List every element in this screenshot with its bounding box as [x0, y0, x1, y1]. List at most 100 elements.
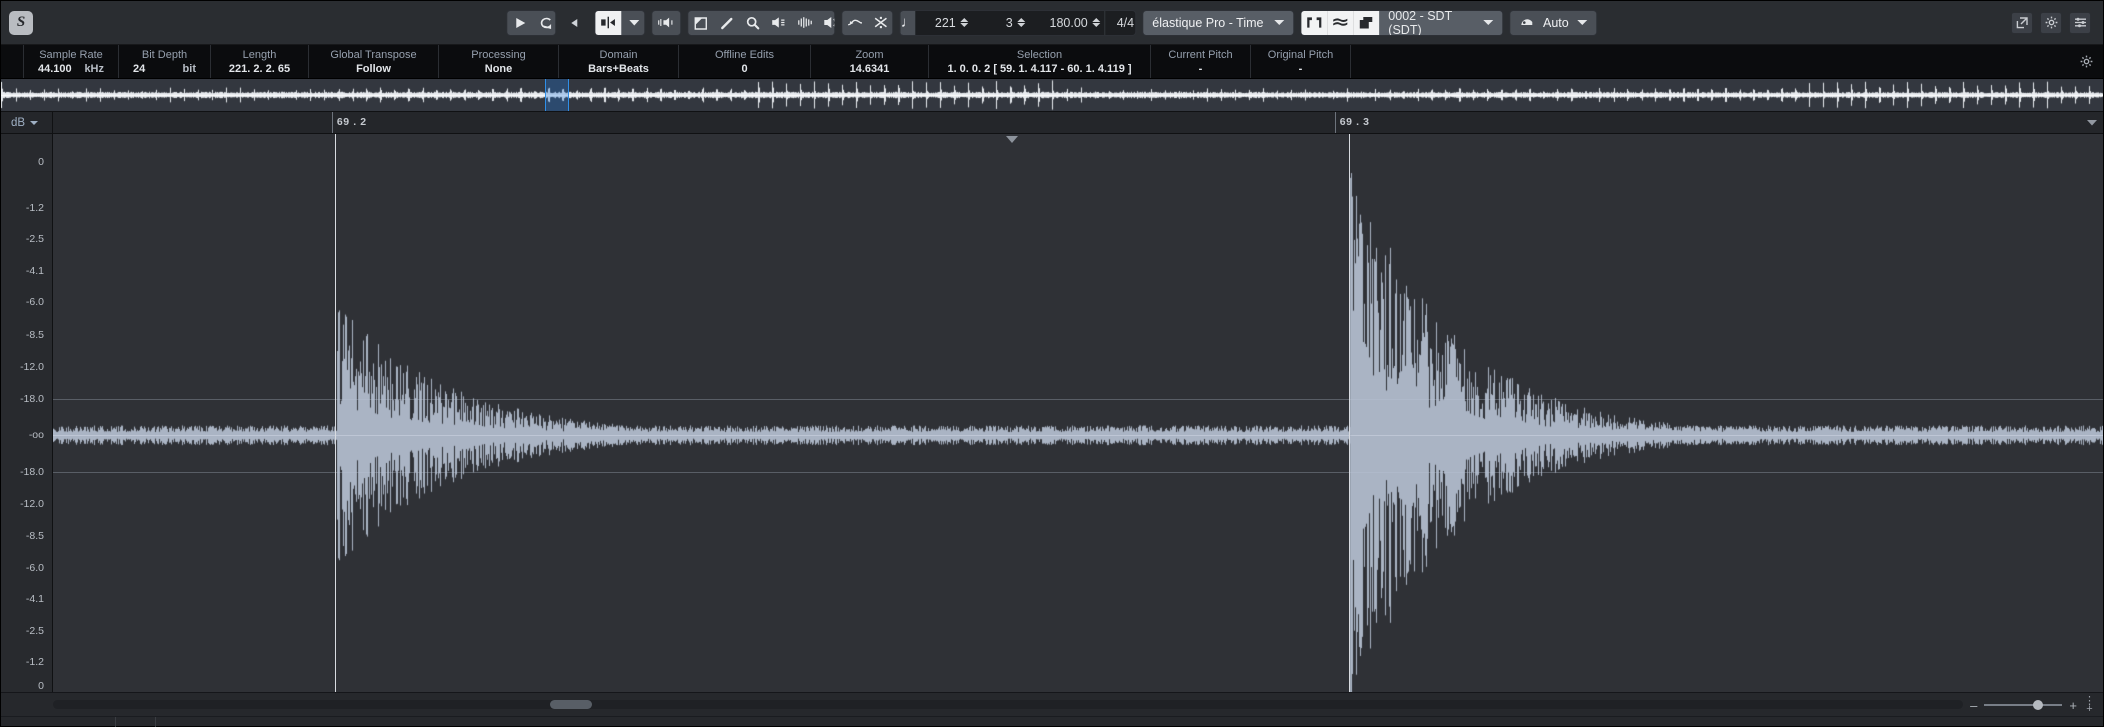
vertical-zoom-control[interactable]: ⋮ + — [2084, 693, 2095, 717]
bars-value: 221 — [934, 15, 956, 30]
waveform-area: 0 -1.2 -2.5 -4.1 -6.0 -8.5 -12.0 -18.0 -oo -18.0 -… — [1, 134, 2103, 692]
info-label: Domain — [599, 48, 638, 61]
waveform-display[interactable] — [53, 134, 2103, 692]
db-tick-label: 0 — [38, 155, 44, 168]
info-cell-processing[interactable]: Processing None — [439, 45, 559, 78]
position-cursor[interactable] — [1348, 134, 1350, 692]
db-tick-label: -2.5 — [25, 624, 44, 637]
tempo-value: 180.00 — [1049, 15, 1088, 30]
info-cell-global-transpose[interactable]: Global Transpose Follow — [309, 45, 439, 78]
duplicate-icon[interactable] — [1353, 10, 1380, 35]
sample-editor-window: S ♩ 221 3 180.00 4/4 élastique Pro - Tim… — [0, 0, 2104, 727]
waveform-canvas-container[interactable] — [53, 134, 2103, 692]
info-cell-current-pitch[interactable]: Current Pitch - — [1151, 45, 1251, 78]
info-cell-selection[interactable]: Selection 1. 0. 0. 2 [ 59. 1. 4.117 - 60.… — [929, 45, 1151, 78]
position-cursor[interactable] — [334, 134, 336, 692]
overview-strip[interactable] — [1, 79, 2103, 112]
info-bar-spacer — [1351, 45, 2070, 78]
algorithm-dropdown[interactable]: élastique Pro - Time — [1142, 9, 1295, 36]
chevron-down-icon — [1482, 20, 1493, 25]
preset-dropdown[interactable]: 0002 - SDT (SDT) — [1379, 10, 1502, 35]
snap-icon[interactable] — [842, 11, 868, 35]
chevron-down-icon — [30, 120, 39, 125]
db-tick-label: -8.5 — [25, 328, 44, 341]
info-bar: Sample Rate 44.100 kHz Bit Depth 24 bit Length… — [1, 45, 2103, 79]
db-tick-label: -2.5 — [25, 233, 44, 246]
beats-stepper[interactable] — [1017, 18, 1026, 27]
tool-palette — [687, 9, 836, 36]
crossfade-x-icon[interactable] — [868, 11, 893, 35]
cycle-button[interactable] — [533, 11, 555, 35]
info-value: Follow — [356, 62, 391, 75]
sliders-icon[interactable] — [2069, 11, 2091, 34]
pencil-icon[interactable] — [714, 11, 740, 35]
time-signature-field[interactable]: 4/4 — [1104, 10, 1136, 35]
horizontal-scrollbar-track[interactable] — [53, 700, 1963, 709]
tempo-field[interactable]: 180.00 — [1030, 11, 1105, 35]
bars-field[interactable]: 221 — [916, 11, 973, 35]
info-cell-offline-edits[interactable]: Offline Edits 0 — [679, 45, 811, 78]
db-scale-label: dB — [11, 116, 26, 129]
audition-icon[interactable] — [653, 11, 681, 35]
snap-group — [841, 9, 894, 36]
ruler-options-button[interactable] — [2081, 119, 2103, 126]
algorithm-label: élastique Pro - Time — [1152, 15, 1264, 30]
gear-icon[interactable] — [2040, 11, 2062, 34]
zoom-slider-knob[interactable] — [2032, 700, 2043, 710]
beats-field[interactable]: 3 — [973, 11, 1030, 35]
bars-brackets-icon[interactable] — [1301, 10, 1328, 35]
speaker-right-icon[interactable] — [818, 11, 835, 35]
zoom-out-button[interactable]: – — [1970, 698, 1977, 713]
info-bar-settings-button[interactable] — [2070, 45, 2103, 78]
scrub-icon[interactable] — [792, 11, 818, 35]
info-cell-original-pitch[interactable]: Original Pitch - — [1251, 45, 1351, 78]
chevron-down-icon — [1577, 20, 1588, 25]
info-value: - — [1198, 62, 1203, 75]
db-tick-label: -18.0 — [20, 465, 44, 478]
info-cell-sample-rate[interactable]: Sample Rate 44.100 kHz — [23, 45, 119, 78]
info-value: 221. 2. 2. 65 — [228, 62, 291, 75]
status-segment-left — [1, 716, 116, 727]
db-tick-label: -6.0 — [25, 295, 44, 308]
sizing-applies-time-stretch-icon[interactable] — [595, 10, 622, 35]
range-select-icon[interactable] — [688, 11, 714, 35]
chevron-down-icon — [1274, 20, 1285, 25]
audition-group — [651, 9, 682, 36]
magnifier-icon[interactable] — [740, 11, 766, 35]
db-scale-selector[interactable]: dB — [1, 112, 53, 133]
db-tick-label: -18.0 — [20, 393, 44, 406]
info-label: Processing — [471, 48, 526, 61]
auto-detect-dropdown[interactable]: Auto — [1508, 9, 1598, 36]
info-cell-bit-depth[interactable]: Bit Depth 24 bit — [119, 45, 211, 78]
speaker-left-icon[interactable] — [766, 11, 792, 35]
info-value: Bars+Beats — [588, 62, 649, 75]
info-label: Selection — [1016, 48, 1063, 61]
info-cell-length[interactable]: Length 221. 2. 2. 65 — [211, 45, 309, 78]
external-link-icon[interactable] — [2011, 11, 2033, 34]
bars-stepper[interactable] — [960, 18, 969, 27]
overview-viewport-handle[interactable] — [545, 79, 569, 111]
status-segment-mid — [116, 716, 156, 727]
previous-marker-button[interactable] — [562, 10, 588, 36]
zoom-slider[interactable] — [1984, 700, 2063, 710]
info-cell-domain[interactable]: Domain Bars+Beats — [559, 45, 679, 78]
play-button[interactable] — [507, 11, 533, 35]
db-tick-label: -4.1 — [25, 593, 44, 606]
app-logo: S — [9, 10, 33, 35]
timeline-ruler[interactable]: 69 . 2 69 . 3 — [53, 112, 2081, 133]
auto-detect-label: Auto — [1542, 15, 1569, 30]
toolbar-left: S — [9, 10, 33, 35]
ruler-row: dB 69 . 2 69 . 3 — [1, 112, 2103, 134]
stacked-layers-icon[interactable] — [1327, 10, 1354, 35]
info-cell-zoom[interactable]: Zoom 14.6341 — [811, 45, 929, 78]
toolbar-right — [2011, 11, 2095, 34]
snap-point-marker[interactable] — [1006, 136, 1019, 143]
info-label: Original Pitch — [1267, 48, 1334, 61]
info-value: 0 — [741, 62, 748, 75]
zoom-in-button[interactable]: + — [2069, 698, 2077, 713]
chevron-down-icon[interactable] — [621, 11, 645, 35]
bar-position-label: 69 . 2 — [336, 116, 367, 128]
db-tick-label: -12.0 — [20, 360, 44, 373]
horizontal-scrollbar-thumb[interactable] — [549, 700, 592, 709]
tempo-stepper[interactable] — [1092, 18, 1101, 27]
